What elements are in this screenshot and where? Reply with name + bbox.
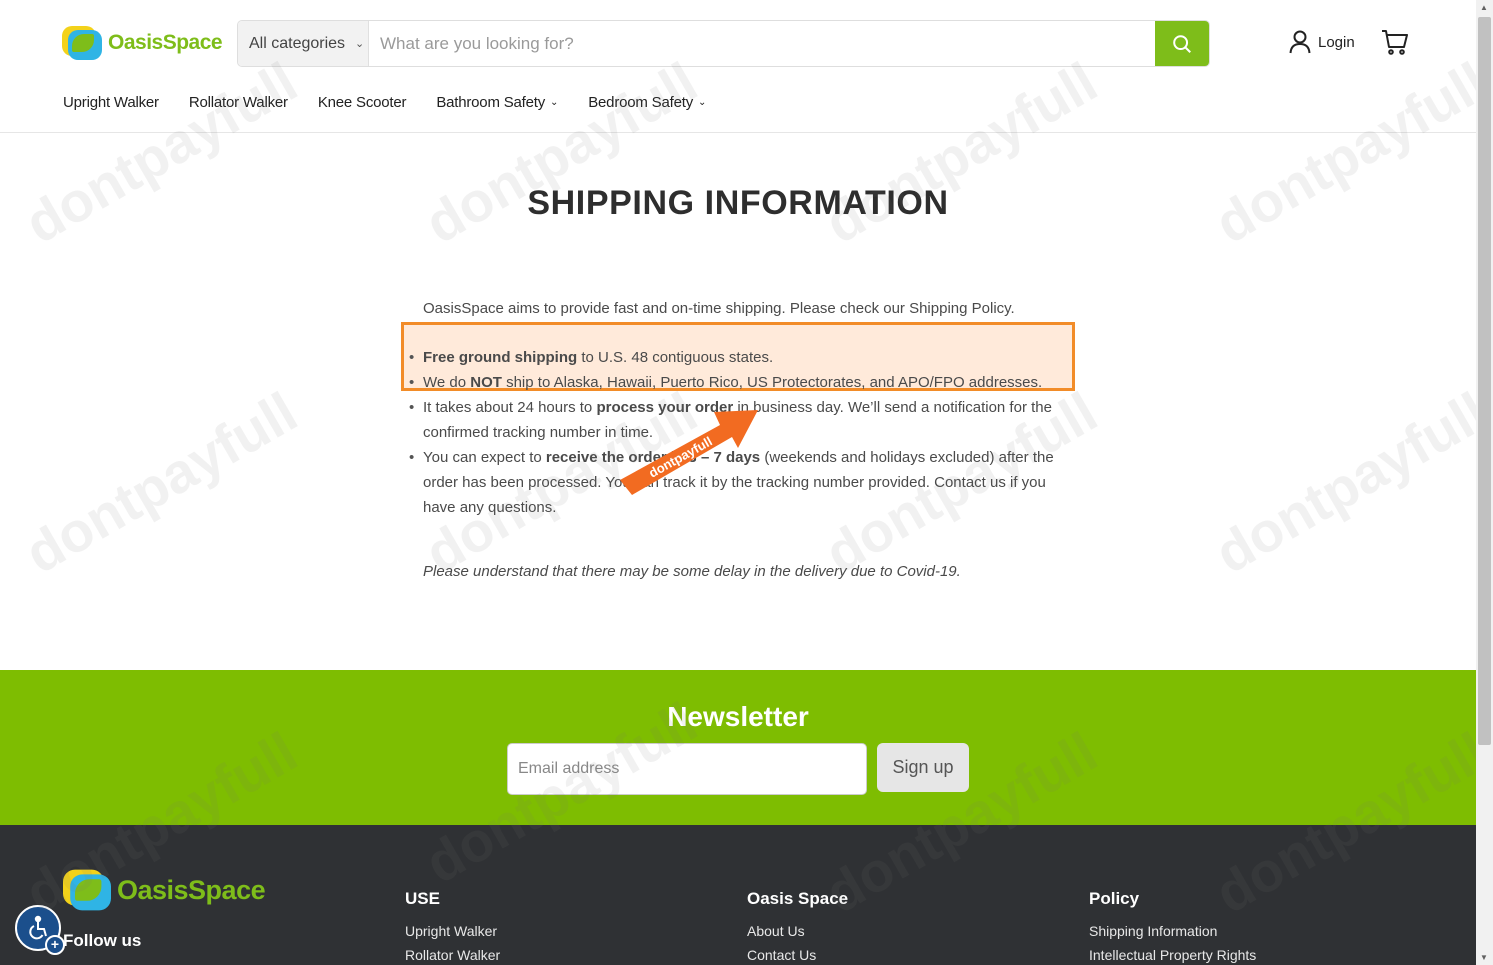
list-item: Free ground shipping to U.S. 48 contiguo… [409, 345, 1063, 370]
logo-mark-icon [63, 869, 111, 911]
logo-text: OasisSpace [108, 31, 223, 54]
cart-button[interactable] [1381, 29, 1409, 60]
site-header: OasisSpace All categories ⌄ Login Uprigh… [0, 0, 1476, 133]
annotation-arrow-icon: dontpayfull [620, 410, 758, 495]
nav-item-knee-scooter[interactable]: Knee Scooter [318, 94, 407, 111]
footer-column-policy: Policy Shipping Information Intellectual… [1089, 889, 1256, 965]
category-select-value: All categories [249, 34, 346, 52]
watermark: dontpayfull [14, 379, 308, 586]
footer-link[interactable]: Upright Walker [405, 923, 500, 939]
logo-mark-icon [62, 26, 102, 60]
footer-link[interactable]: Rollator Walker [405, 947, 500, 963]
newsletter-section: Newsletter Sign up [0, 670, 1476, 825]
footer-logo[interactable]: OasisSpace [63, 869, 266, 911]
page-scrollbar[interactable]: ▲ ▼ [1476, 0, 1493, 965]
intro-text: OasisSpace aims to provide fast and on-t… [423, 300, 1015, 317]
search-bar: All categories ⌄ [237, 20, 1210, 67]
newsletter-title: Newsletter [667, 701, 809, 732]
footer-column-use: USE Upright Walker Rollator Walker [405, 889, 500, 965]
cart-icon [1382, 30, 1408, 55]
list-item: We do NOT ship to Alaska, Hawaii, Puerto… [409, 370, 1063, 395]
login-label: Login [1318, 33, 1355, 51]
footer-link[interactable]: Intellectual Property Rights [1089, 947, 1256, 963]
scroll-down-icon[interactable]: ▼ [1480, 953, 1488, 962]
search-icon [1173, 34, 1191, 53]
scrollbar-thumb[interactable] [1478, 17, 1491, 745]
arrow-label: dontpayfull [646, 434, 715, 481]
site-logo[interactable]: OasisSpace [62, 26, 223, 60]
plus-icon: + [45, 935, 65, 955]
watermark: dontpayfull [1204, 379, 1493, 586]
covid-note: Please understand that there may be some… [423, 563, 961, 580]
newsletter-email-input[interactable] [507, 743, 867, 795]
newsletter-signup-button[interactable]: Sign up [877, 743, 969, 792]
footer-logo-text: OasisSpace [117, 874, 266, 905]
user-icon [1289, 30, 1311, 54]
nav-item-upright-walker[interactable]: Upright Walker [63, 94, 159, 111]
footer-link[interactable]: Shipping Information [1089, 923, 1256, 939]
nav-item-rollator-walker[interactable]: Rollator Walker [189, 94, 288, 111]
nav-item-bedroom-safety[interactable]: Bedroom Safety ⌄ [588, 94, 706, 111]
login-link[interactable]: Login [1289, 30, 1355, 54]
main-nav: Upright Walker Rollator Walker Knee Scoo… [63, 94, 736, 111]
chevron-down-icon: ⌄ [698, 97, 707, 108]
footer-column-oasis-space: Oasis Space About Us Contact Us [747, 889, 848, 965]
footer-column-title: Policy [1089, 889, 1140, 908]
site-footer: OasisSpace Follow us USE Upright Walker … [0, 825, 1476, 965]
page-title: SHIPPING INFORMATION [527, 184, 949, 222]
follow-us-label: Follow us [63, 931, 142, 950]
accessibility-button[interactable]: + [15, 905, 65, 955]
footer-link[interactable]: About Us [747, 923, 848, 939]
chevron-down-icon: ⌄ [550, 97, 559, 108]
footer-link[interactable]: Contact Us [747, 947, 848, 963]
chevron-down-icon: ⌄ [355, 38, 365, 50]
nav-item-bathroom-safety[interactable]: Bathroom Safety ⌄ [436, 94, 558, 111]
search-button[interactable] [1155, 21, 1209, 66]
footer-column-title: USE [405, 889, 440, 908]
scroll-up-icon[interactable]: ▲ [1480, 3, 1488, 12]
footer-column-title: Oasis Space [747, 889, 849, 908]
search-input[interactable] [369, 21, 1155, 66]
category-select[interactable]: All categories ⌄ [238, 21, 369, 66]
